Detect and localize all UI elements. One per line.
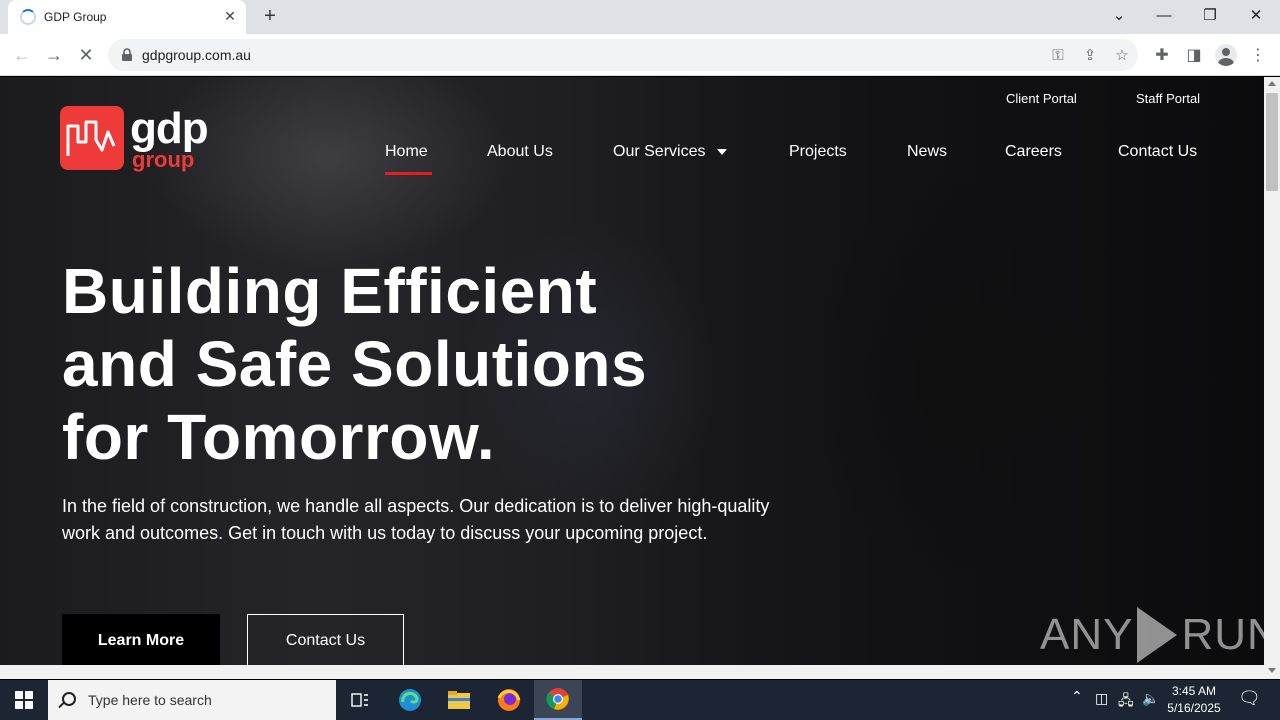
watermark-right: RUN	[1181, 610, 1264, 659]
chrome-icon[interactable]	[534, 680, 582, 720]
logo-subtext: group	[132, 147, 195, 172]
headline-line: Building Efficient	[62, 255, 598, 327]
clock-time: 3:45 AM	[1171, 684, 1217, 698]
system-clock[interactable]: 3:45 AM 5/16/2025	[1164, 683, 1224, 717]
lock-icon	[122, 48, 132, 61]
nav-news[interactable]: News	[907, 143, 947, 161]
search-placeholder: Type here to search	[88, 692, 212, 708]
forward-button[interactable]: →	[42, 43, 66, 67]
logo-mark	[60, 106, 124, 170]
task-view-icon[interactable]	[336, 680, 384, 720]
firefox-icon[interactable]	[485, 680, 533, 720]
share-icon[interactable]: ⇪	[1080, 45, 1100, 65]
search-icon	[62, 692, 76, 706]
nav-contact-us[interactable]: Contact Us	[1118, 143, 1197, 161]
edge-browser-icon[interactable]	[386, 680, 434, 720]
nav-our-services[interactable]: Our Services	[613, 143, 728, 161]
browser-toolbar: ← → ✕ gdpgroup.com.au ⚿ ⇪ ☆ ✚ ◨ ⋮	[0, 34, 1280, 76]
close-tab-icon[interactable]: ✕	[222, 8, 238, 24]
address-bar[interactable]: gdpgroup.com.au ⚿ ⇪ ☆	[108, 39, 1138, 71]
play-icon	[1137, 607, 1178, 663]
caret-down-icon	[717, 148, 728, 155]
volume-icon[interactable]: 🔈	[1142, 690, 1159, 707]
scroll-down-icon[interactable]	[1268, 668, 1276, 673]
hero-headline: Building Efficient and Safe Solutions fo…	[62, 255, 782, 474]
nav-home[interactable]: Home	[385, 143, 428, 161]
close-window-button[interactable]: ✕	[1234, 0, 1278, 30]
headline-line: and Safe Solutions	[62, 328, 648, 400]
notification-icon[interactable]: 🗨	[1238, 688, 1261, 709]
staff-portal-link[interactable]: Staff Portal	[1136, 91, 1200, 106]
nav-our-services-label: Our Services	[613, 143, 706, 160]
site-logo[interactable]: gdp group	[60, 106, 212, 174]
anyrun-watermark: ANY RUN	[1040, 607, 1264, 663]
taskbar-search-box[interactable]: Type here to search	[48, 680, 336, 720]
menu-kebab-icon[interactable]: ⋮	[1247, 44, 1269, 66]
bookmark-star-icon[interactable]: ☆	[1112, 45, 1132, 65]
loading-spinner-icon	[20, 9, 36, 25]
learn-more-button[interactable]: Learn More	[62, 614, 220, 665]
start-button[interactable]	[0, 680, 48, 720]
web-page: gdp group Client Portal Staff Portal Hom…	[0, 77, 1264, 665]
tab-strip: GDP Group ✕ + ⌄ — ❐ ✕	[0, 0, 1280, 34]
client-portal-link[interactable]: Client Portal	[1006, 91, 1077, 106]
windows-logo-icon	[15, 691, 33, 709]
clock-date: 5/16/2025	[1167, 701, 1221, 715]
side-panel-icon[interactable]: ◨	[1183, 44, 1205, 66]
hero-subtext: In the field of construction, we handle …	[62, 496, 770, 543]
scroll-thumb[interactable]	[1266, 93, 1278, 191]
meet-now-icon[interactable]: ◫	[1095, 690, 1108, 707]
nav-projects[interactable]: Projects	[789, 143, 847, 161]
watermark-left: ANY	[1040, 610, 1134, 659]
vertical-scrollbar[interactable]	[1264, 77, 1280, 679]
restore-button[interactable]: ❐	[1188, 0, 1232, 30]
browser-tab[interactable]: GDP Group ✕	[8, 0, 246, 34]
new-tab-button[interactable]: +	[258, 6, 282, 28]
back-button[interactable]: ←	[10, 43, 34, 67]
stop-loading-button[interactable]: ✕	[74, 43, 98, 67]
minimize-button[interactable]: —	[1142, 0, 1186, 30]
file-explorer-icon[interactable]	[435, 680, 483, 720]
headline-line: for Tomorrow.	[62, 401, 496, 473]
show-hidden-icons[interactable]: ⌃	[1071, 688, 1083, 705]
key-icon[interactable]: ⚿	[1048, 45, 1068, 65]
scroll-up-icon[interactable]	[1268, 81, 1276, 86]
tab-title: GDP Group	[44, 10, 107, 24]
windows-taskbar: Type here to search ⌃ ◫ 🖧 🔈 3:45 AM 5/16…	[0, 680, 1280, 720]
network-icon[interactable]: 🖧	[1118, 690, 1134, 714]
logo-text: gdp	[130, 104, 209, 153]
url-text: gdpgroup.com.au	[142, 47, 251, 63]
contact-us-button[interactable]: Contact Us	[247, 614, 404, 665]
nav-about-us[interactable]: About Us	[487, 143, 553, 161]
profile-avatar[interactable]	[1215, 44, 1237, 66]
nav-careers[interactable]: Careers	[1005, 143, 1062, 161]
extensions-icon[interactable]: ✚	[1151, 44, 1173, 66]
active-nav-indicator	[385, 172, 432, 175]
tab-search-icon[interactable]: ⌄	[1097, 0, 1141, 30]
